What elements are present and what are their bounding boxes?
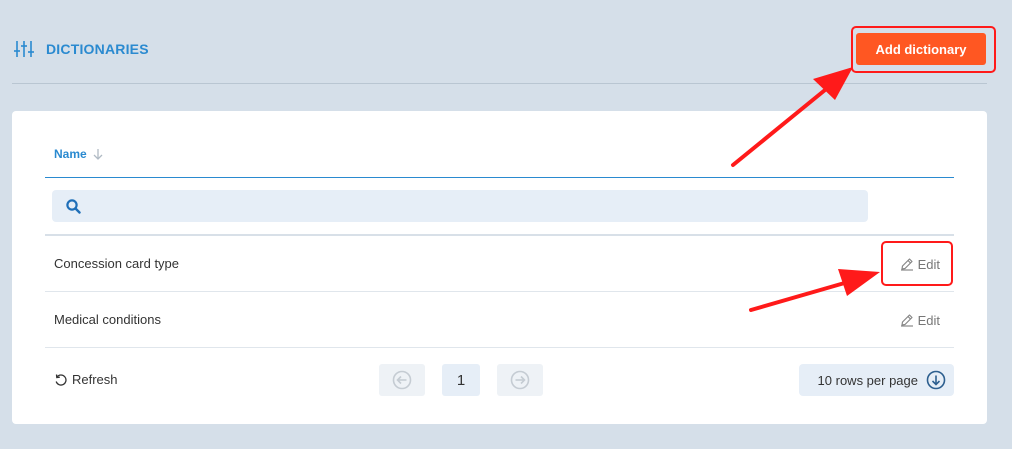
rows-per-page-select[interactable]: 10 rows per page	[799, 364, 954, 396]
arrow-right-circle-icon	[510, 370, 530, 390]
table-row: Concession card type Edit	[45, 236, 954, 292]
row-divider	[45, 347, 954, 348]
previous-page-button[interactable]	[379, 364, 425, 396]
refresh-label: Refresh	[72, 372, 118, 387]
next-page-button[interactable]	[497, 364, 543, 396]
table-row: Medical conditions Edit	[45, 292, 954, 348]
arrow-left-circle-icon	[392, 370, 412, 390]
arrow-down-circle-icon	[926, 370, 946, 390]
row-name: Concession card type	[54, 256, 180, 271]
refresh-button[interactable]: Refresh	[54, 372, 118, 387]
current-page[interactable]: 1	[442, 364, 480, 396]
page-title: DICTIONARIES	[46, 41, 149, 57]
refresh-icon	[55, 373, 67, 386]
pencil-icon	[900, 314, 913, 327]
dictionaries-card: Name Concession card type Edit Medical c…	[12, 111, 987, 424]
row-name: Medical conditions	[54, 312, 161, 327]
search-bar	[52, 190, 868, 224]
annotation-box-edit-button	[881, 241, 953, 286]
edit-label: Edit	[917, 312, 940, 328]
header-underline	[45, 177, 954, 178]
rows-per-page-label: 10 rows per page	[817, 372, 918, 388]
name-column-header[interactable]: Name	[54, 147, 103, 161]
header-divider	[12, 83, 987, 84]
arrow-down-icon	[93, 149, 103, 160]
edit-button[interactable]: Edit	[900, 309, 940, 331]
sliders-icon	[14, 41, 34, 57]
annotation-box-add-button	[851, 26, 996, 73]
search-icon	[66, 199, 81, 214]
name-column-label: Name	[54, 147, 87, 161]
search-input[interactable]	[92, 190, 856, 224]
